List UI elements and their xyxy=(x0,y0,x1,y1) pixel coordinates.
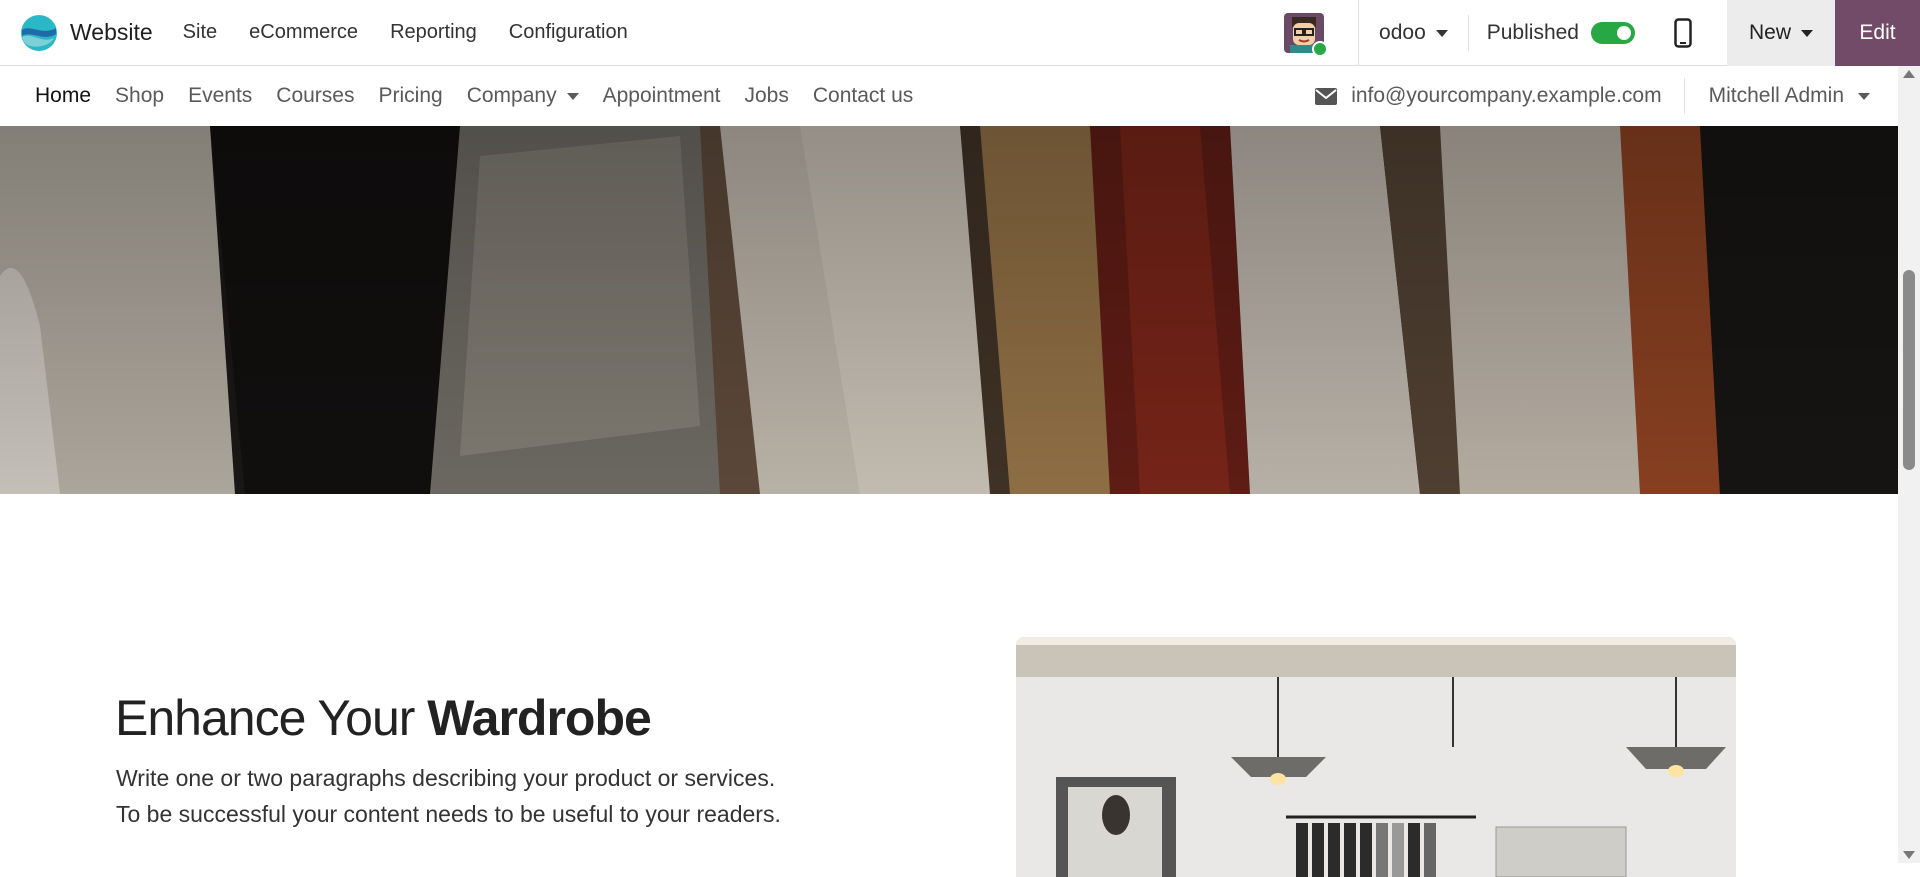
heading-plain: Enhance Your xyxy=(115,690,428,746)
nav-appointment[interactable]: Appointment xyxy=(591,84,733,108)
caret-down-icon xyxy=(1801,29,1813,37)
menu-reporting[interactable]: Reporting xyxy=(374,0,493,66)
nav-company-label: Company xyxy=(466,84,557,107)
page-scrollbar[interactable] xyxy=(1898,66,1920,863)
online-status-dot xyxy=(1312,41,1329,57)
envelope-icon xyxy=(1315,87,1338,105)
nav-jobs[interactable]: Jobs xyxy=(733,84,801,108)
website-navbar: Home Shop Events Courses Pricing Company… xyxy=(0,66,1898,126)
app-brand[interactable]: Website xyxy=(20,0,153,66)
topbar-actions: odoo Published New Edit xyxy=(1284,0,1920,66)
section-paragraph[interactable]: Write one or two paragraphs describing y… xyxy=(116,760,796,832)
user-name: Mitchell Admin xyxy=(1708,84,1844,107)
heading-bold: Wardrobe xyxy=(427,690,651,746)
publish-control: Published xyxy=(1469,21,1653,45)
user-avatar[interactable] xyxy=(1284,13,1329,57)
nav-company-dropdown[interactable]: Company xyxy=(455,84,591,108)
website-switcher[interactable]: odoo xyxy=(1359,21,1468,45)
caret-down-icon xyxy=(566,92,579,100)
nav-contact-us[interactable]: Contact us xyxy=(801,84,925,108)
contact-email-text: info@yourcompany.example.com xyxy=(1351,84,1662,107)
contact-email[interactable]: info@yourcompany.example.com xyxy=(1315,84,1683,108)
clothes-rack-image xyxy=(0,126,1898,494)
nav-pricing[interactable]: Pricing xyxy=(366,84,454,108)
published-label: Published xyxy=(1486,21,1579,44)
nav-courses[interactable]: Courses xyxy=(264,84,366,108)
navbar-right: info@yourcompany.example.com Mitchell Ad… xyxy=(1315,66,1870,126)
nav-shop[interactable]: Shop xyxy=(103,84,176,108)
nav-events[interactable]: Events xyxy=(176,84,264,108)
scrollbar-thumb[interactable] xyxy=(1903,270,1915,470)
boutique-interior-image xyxy=(1016,637,1736,877)
app-menu: Site eCommerce Reporting Configuration xyxy=(167,0,644,66)
user-menu[interactable]: Mitchell Admin xyxy=(1685,84,1870,108)
boutique-photo xyxy=(1016,637,1736,877)
nav-home[interactable]: Home xyxy=(23,84,103,108)
edit-button[interactable]: Edit xyxy=(1835,0,1920,66)
mobile-phone-icon xyxy=(1674,18,1692,48)
hero-banner-image xyxy=(0,126,1898,494)
caret-down-icon xyxy=(1435,29,1448,37)
website-app-logo-icon xyxy=(21,14,57,51)
odoo-top-bar: Website Site eCommerce Reporting Configu… xyxy=(0,0,1920,66)
published-toggle[interactable] xyxy=(1590,22,1635,44)
new-button[interactable]: New xyxy=(1726,0,1835,66)
caret-down-icon xyxy=(1858,92,1870,100)
menu-site[interactable]: Site xyxy=(167,0,233,66)
mobile-preview-button[interactable] xyxy=(1653,0,1713,66)
section-heading[interactable]: Enhance Your Wardrobe xyxy=(115,689,652,747)
scroll-down-arrow-icon[interactable] xyxy=(1903,851,1915,859)
text-image-section: Enhance Your Wardrobe Write one or two p… xyxy=(0,494,1898,877)
app-name: Website xyxy=(70,19,153,45)
website-switcher-label: odoo xyxy=(1379,21,1426,44)
menu-configuration[interactable]: Configuration xyxy=(493,0,644,66)
menu-ecommerce[interactable]: eCommerce xyxy=(233,0,374,66)
scroll-up-arrow-icon[interactable] xyxy=(1903,70,1915,78)
new-button-label: New xyxy=(1748,21,1791,44)
